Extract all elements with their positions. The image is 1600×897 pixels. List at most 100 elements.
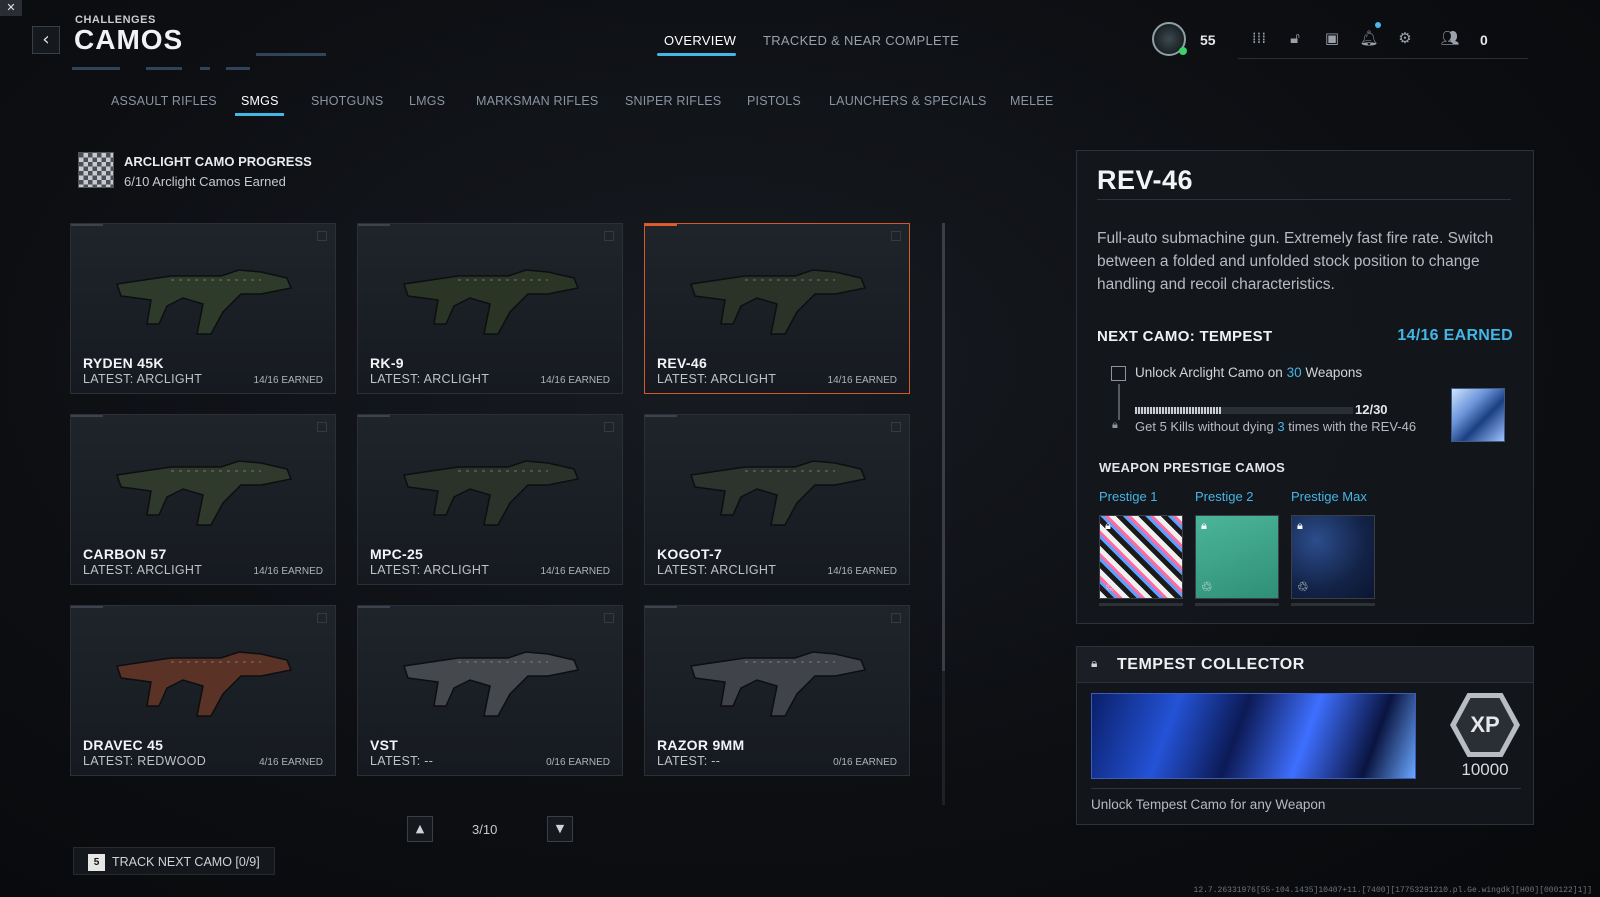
active-tab-indicator — [657, 53, 736, 56]
challenge-connector — [1118, 384, 1120, 420]
weapon-description: Full-auto submachine gun. Extremely fast… — [1097, 230, 1494, 293]
track-next-camo-label: TRACK NEXT CAMO [0/9] — [112, 855, 260, 869]
scrollbar-thumb[interactable] — [942, 223, 945, 671]
page-up-button[interactable]: ▲ — [407, 816, 433, 842]
title-decoration — [226, 67, 250, 70]
weapon-card[interactable]: REV-46 LATEST: ARCLIGHT 14/16 EARNED — [644, 223, 910, 394]
back-button[interactable]: ‹ — [32, 26, 60, 54]
title-decoration — [146, 67, 182, 70]
challenge-progress-fill — [1135, 407, 1223, 414]
lock-icon: 🔒︎ — [1105, 519, 1111, 532]
tab-lmgs[interactable]: LMGS — [409, 94, 445, 108]
prestige-icon: ♲ — [1297, 580, 1309, 595]
card-corner-marker — [604, 613, 614, 623]
tab-smgs[interactable]: SMGS — [241, 94, 279, 108]
weapon-latest-camo: LATEST: -- — [370, 754, 434, 768]
player-level: 55 — [1200, 32, 1216, 48]
challenge-text-suffix: Weapons — [1301, 365, 1363, 380]
weapon-image — [116, 460, 293, 526]
bell-icon[interactable]: 🔔︎ — [1359, 28, 1379, 48]
lock-icon: 🔒︎ — [1201, 519, 1207, 532]
weapon-card[interactable]: RAZOR 9MM LATEST: -- 0/16 EARNED — [644, 605, 910, 776]
prestige-max-camo-tile[interactable]: 🔒︎ ♲ — [1291, 515, 1375, 599]
weapon-image — [116, 269, 293, 335]
weapon-name: REV-46 — [657, 355, 708, 371]
weapon-name: DRAVEC 45 — [83, 737, 164, 753]
card-corner-marker — [604, 231, 614, 241]
unlock-icon[interactable]: 🔓︎ — [1285, 28, 1305, 48]
chevron-up-icon: ▲ — [415, 822, 425, 835]
card-top-bar — [358, 606, 390, 608]
tab-tracked-near-complete[interactable]: TRACKED & NEAR COMPLETE — [763, 33, 959, 48]
weapon-latest-camo: LATEST: ARCLIGHT — [83, 563, 203, 577]
online-status-dot — [1179, 47, 1187, 55]
weapon-name: RAZOR 9MM — [657, 737, 745, 753]
card-top-bar — [645, 606, 677, 608]
weapon-card[interactable]: KOGOT-7 LATEST: ARCLIGHT 14/16 EARNED — [644, 414, 910, 585]
lock-icon: 🔒︎ — [1112, 418, 1118, 431]
weapon-name: CARBON 57 — [83, 546, 167, 562]
gear-icon[interactable]: ⚙ — [1395, 28, 1415, 48]
weapon-card[interactable]: MPC-25 LATEST: ARCLIGHT 14/16 EARNED — [357, 414, 623, 585]
xp-reward-value: 10000 — [1461, 760, 1509, 779]
friends-icon[interactable]: 👥︎ — [1440, 28, 1460, 48]
tab-melee[interactable]: MELEE — [1010, 94, 1053, 108]
card-top-bar — [71, 415, 103, 417]
tab-pistols[interactable]: PISTOLS — [747, 94, 801, 108]
weapon-card[interactable]: VST LATEST: -- 0/16 EARNED — [357, 605, 623, 776]
camos-earned-count: 14/16 EARNED — [1397, 327, 1513, 344]
weapon-name: VST — [370, 737, 399, 753]
weapon-camos-earned: 0/16 EARNED — [833, 757, 897, 768]
challenge-checkbox[interactable] — [1111, 366, 1126, 381]
weapon-card[interactable]: RYDEN 45K LATEST: ARCLIGHT 14/16 EARNED — [70, 223, 336, 394]
prestige-icon: ♲ — [1105, 580, 1117, 595]
weapon-latest-camo: LATEST: -- — [657, 754, 721, 768]
weapon-camos-earned: 14/16 EARNED — [540, 566, 610, 577]
card-corner-marker — [891, 231, 901, 241]
prestige-1-camo-tile[interactable]: 🔒︎ ♲ — [1099, 515, 1183, 599]
tab-overview[interactable]: OVERVIEW — [664, 33, 736, 48]
weapon-detail-panel: REV-46 Full-auto submachine gun. Extreme… — [1076, 150, 1534, 624]
apps-grid-icon[interactable]: ⁞⁞⁞ — [1249, 28, 1269, 48]
weapon-camos-earned: 4/16 EARNED — [259, 757, 323, 768]
tab-sniper-rifles[interactable]: SNIPER RIFLES — [625, 94, 721, 108]
weapon-camos-earned: 0/16 EARNED — [546, 757, 610, 768]
weapon-detail-name: REV-46 — [1097, 165, 1194, 195]
tab-assault-rifles[interactable]: ASSAULT RIFLES — [111, 94, 217, 108]
tempest-camo-artwork — [1091, 693, 1416, 779]
card-top-bar — [71, 224, 103, 226]
divider — [1097, 199, 1511, 200]
track-next-camo-button[interactable]: 5 TRACK NEXT CAMO [0/9] — [73, 847, 275, 875]
weapon-camos-earned: 14/16 EARNED — [827, 375, 897, 386]
tab-marksman-rifles[interactable]: MARKSMAN RIFLES — [476, 94, 598, 108]
card-corner-marker — [891, 613, 901, 623]
chevron-down-icon: ▼ — [555, 822, 565, 835]
prestige-camos-title: WEAPON PRESTIGE CAMOS — [1099, 460, 1286, 475]
card-top-bar — [645, 415, 677, 417]
lock-icon: 🔒︎ — [1297, 519, 1303, 532]
weapon-camos-earned: 14/16 EARNED — [827, 566, 897, 577]
page-title: CAMOS — [74, 24, 184, 55]
prestige-2-camo-tile[interactable]: 🔒︎ ♲ — [1195, 515, 1279, 599]
card-top-bar — [645, 224, 677, 226]
next-camo-preview — [1451, 388, 1505, 442]
collector-header: 🔒︎ TEMPEST COLLECTOR — [1077, 647, 1533, 683]
weapon-camos-earned: 14/16 EARNED — [253, 375, 323, 386]
prestige-1-label: Prestige 1 — [1099, 489, 1158, 504]
tempest-collector-panel[interactable]: 🔒︎ TEMPEST COLLECTOR XP 10000 Unlock Tem… — [1076, 646, 1534, 825]
weapon-card[interactable]: CARBON 57 LATEST: ARCLIGHT 14/16 EARNED — [70, 414, 336, 585]
page-down-button[interactable]: ▼ — [547, 816, 573, 842]
weapon-card[interactable]: RK-9 LATEST: ARCLIGHT 14/16 EARNED — [357, 223, 623, 394]
title-decoration — [72, 67, 120, 70]
weapon-latest-camo: LATEST: ARCLIGHT — [657, 563, 777, 577]
weapon-name: KOGOT-7 — [657, 546, 723, 562]
notification-dot — [1375, 22, 1381, 28]
camera-icon[interactable]: ▣ — [1322, 28, 1342, 48]
challenge-text-prefix: Unlock Arclight Camo on — [1135, 365, 1287, 380]
weapon-card[interactable]: DRAVEC 45 LATEST: REDWOOD 4/16 EARNED — [70, 605, 336, 776]
tab-shotguns[interactable]: SHOTGUNS — [311, 94, 383, 108]
prestige-max-label: Prestige Max — [1291, 489, 1367, 504]
tab-launchers-specials[interactable]: LAUNCHERS & SPECIALS — [829, 94, 987, 108]
card-corner-marker — [604, 422, 614, 432]
page-indicator: 3/10 — [472, 822, 498, 837]
